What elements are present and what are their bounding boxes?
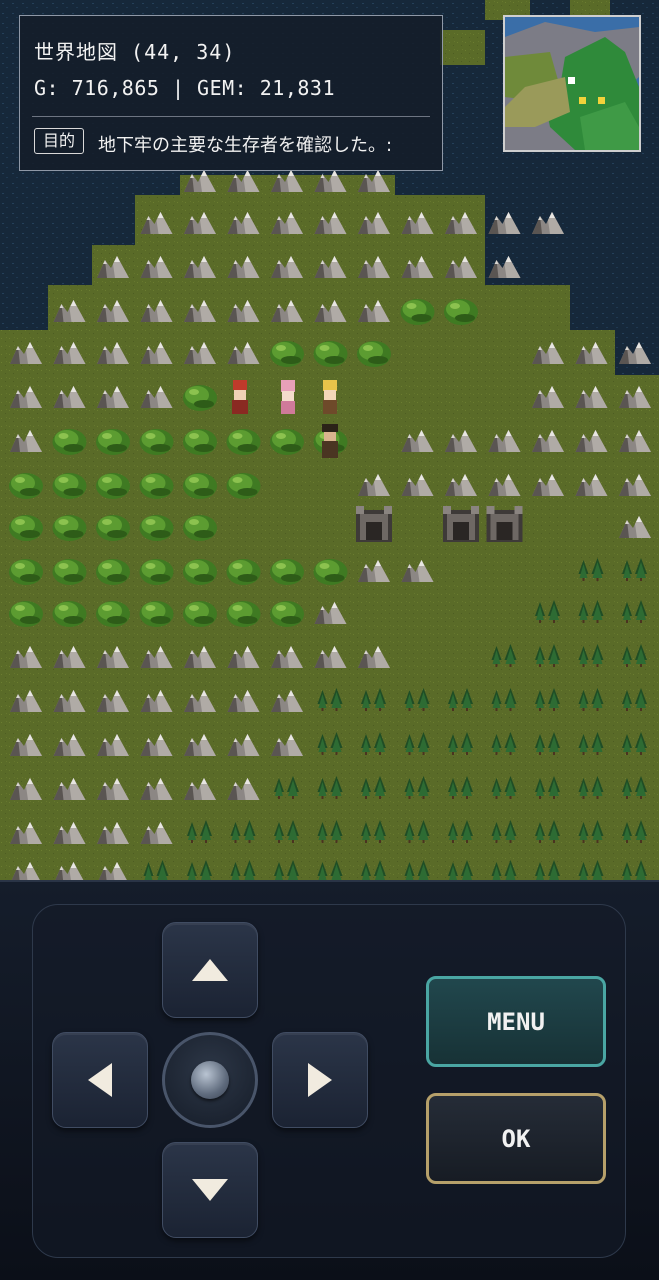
dpad-up-button[interactable]: [162, 922, 258, 1018]
world-map[interactable]: 世界地図 (44, 34) G: 716,865 | GEM: 21,831 目…: [0, 0, 659, 880]
dpad-down-button[interactable]: [162, 1142, 258, 1238]
location-label: 世界地図 (44, 34): [34, 40, 236, 64]
divider: [32, 116, 430, 117]
hero-dark-icon: [322, 424, 338, 458]
menu-button[interactable]: MENU: [426, 976, 606, 1067]
currency-label: G: 716,865 | GEM: 21,831: [34, 76, 335, 100]
arrow-right-icon: [308, 1063, 332, 1097]
player-marker-icon: [568, 77, 575, 84]
arrow-left-icon: [88, 1063, 112, 1097]
joystick-center-button[interactable]: [162, 1032, 258, 1128]
ok-button[interactable]: OK: [426, 1093, 606, 1184]
objective-tag: 目的: [34, 128, 85, 154]
info-panel: 世界地図 (44, 34) G: 716,865 | GEM: 21,831 目…: [19, 15, 443, 171]
hero-blonde-icon: [323, 380, 337, 414]
minimap-image: [505, 17, 639, 150]
objective-text: 地下牢の主要な生存者を確認した。:: [98, 135, 393, 156]
hero-red-icon: [232, 380, 248, 414]
dpad-right-button[interactable]: [272, 1032, 368, 1128]
arrow-up-icon: [192, 959, 228, 981]
hero-pink-icon: [281, 380, 295, 414]
minimap[interactable]: [503, 15, 641, 152]
joystick-center-icon: [191, 1061, 229, 1099]
dpad-left-button[interactable]: [52, 1032, 148, 1128]
arrow-down-icon: [192, 1179, 228, 1201]
